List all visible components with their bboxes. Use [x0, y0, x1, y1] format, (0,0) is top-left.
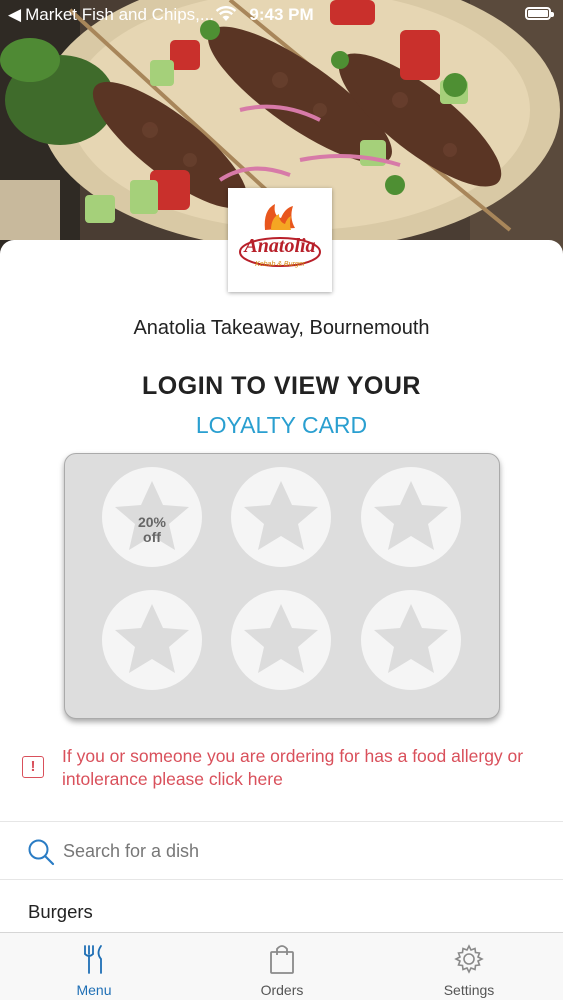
star-icon	[374, 481, 448, 550]
battery-icon	[525, 7, 554, 20]
reward-percent: 20%	[137, 514, 167, 530]
star-icon	[244, 604, 318, 673]
menu-category-burgers[interactable]: Burgers	[28, 901, 93, 923]
allergy-text[interactable]: If you or someone you are ordering for h…	[62, 745, 552, 791]
tab-label: Settings	[443, 982, 495, 998]
clock: 9:43 PM	[249, 5, 314, 24]
status-bar: ◀ Market Fish and Chips,... 9:43 PM	[0, 0, 563, 30]
search-icon	[27, 838, 55, 871]
loyalty-stamp	[231, 467, 331, 567]
search-input[interactable]	[63, 837, 533, 865]
star-icon	[374, 604, 448, 673]
login-title[interactable]: LOGIN TO VIEW YOUR	[0, 372, 563, 401]
loyalty-stamp	[231, 590, 331, 690]
tab-label: Orders	[260, 982, 304, 998]
loyalty-card-link[interactable]: LOYALTY CARD	[0, 412, 563, 439]
allergy-notice[interactable]: ! If you or someone you are ordering for…	[22, 745, 552, 795]
restaurant-logo: Anatolia Kebab & Burger	[228, 188, 332, 292]
search-bar	[0, 823, 563, 879]
reward-off: off	[143, 529, 161, 545]
loyalty-card: 20% off	[64, 453, 500, 719]
tab-settings[interactable]: Settings	[375, 933, 563, 1001]
star-icon	[115, 604, 189, 673]
fork-knife-icon	[0, 943, 188, 975]
logo-subtext: Kebab & Burger	[255, 261, 305, 268]
loyalty-stamp: 20% off	[102, 467, 202, 567]
tab-label: Menu	[76, 982, 112, 998]
loyalty-stamp	[361, 590, 461, 690]
logo-wordmark: Anatolia	[242, 235, 315, 257]
tab-menu[interactable]: Menu	[0, 933, 188, 1001]
exclamation-icon: !	[22, 756, 44, 778]
shopping-bag-icon	[188, 943, 376, 975]
loyalty-stamp	[102, 590, 202, 690]
star-icon	[244, 481, 318, 550]
restaurant-name: Anatolia Takeaway, Bournemouth	[133, 317, 430, 339]
gear-icon	[375, 943, 563, 975]
tab-bar: Menu Orders Settings	[0, 932, 563, 1000]
divider	[0, 879, 563, 880]
divider	[0, 821, 563, 822]
reward-label: 20% off	[102, 515, 202, 545]
loyalty-stamp	[361, 467, 461, 567]
tab-orders[interactable]: Orders	[188, 933, 376, 1001]
